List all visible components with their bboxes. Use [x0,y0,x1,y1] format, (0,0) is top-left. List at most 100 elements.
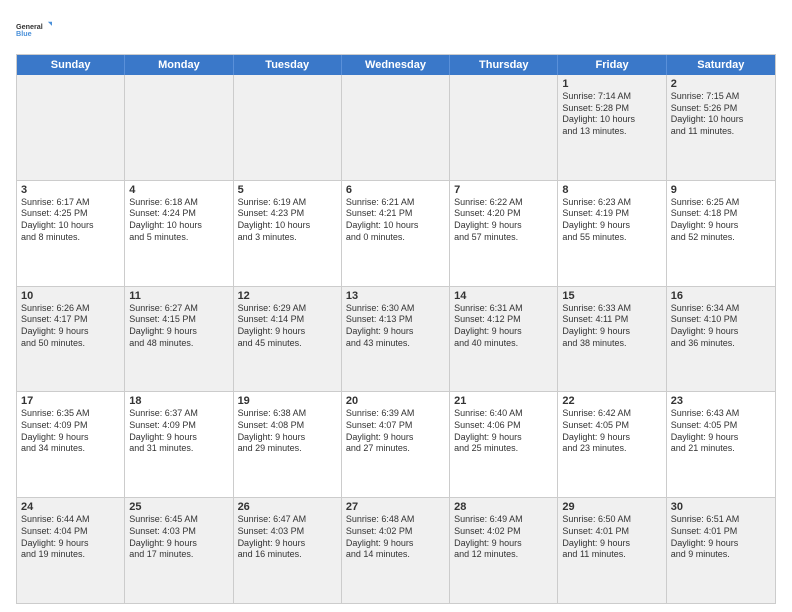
day-cell-1: 1Sunrise: 7:14 AM Sunset: 5:28 PM Daylig… [558,75,666,180]
day-cell-18: 18Sunrise: 6:37 AM Sunset: 4:09 PM Dayli… [125,392,233,497]
day-number: 10 [21,290,120,302]
day-number: 13 [346,290,445,302]
day-cell-27: 27Sunrise: 6:48 AM Sunset: 4:02 PM Dayli… [342,498,450,603]
day-number: 23 [671,395,771,407]
day-number: 3 [21,184,120,196]
day-info: Sunrise: 6:38 AM Sunset: 4:08 PM Dayligh… [238,408,337,455]
header-monday: Monday [125,55,233,75]
empty-cell-0-1 [125,75,233,180]
day-cell-16: 16Sunrise: 6:34 AM Sunset: 4:10 PM Dayli… [667,287,775,392]
day-info: Sunrise: 6:25 AM Sunset: 4:18 PM Dayligh… [671,197,771,244]
day-number: 30 [671,501,771,513]
day-cell-19: 19Sunrise: 6:38 AM Sunset: 4:08 PM Dayli… [234,392,342,497]
logo: General Blue [16,12,52,48]
day-number: 9 [671,184,771,196]
day-number: 5 [238,184,337,196]
day-number: 22 [562,395,661,407]
day-info: Sunrise: 6:49 AM Sunset: 4:02 PM Dayligh… [454,514,553,561]
day-info: Sunrise: 6:17 AM Sunset: 4:25 PM Dayligh… [21,197,120,244]
day-cell-20: 20Sunrise: 6:39 AM Sunset: 4:07 PM Dayli… [342,392,450,497]
day-info: Sunrise: 6:31 AM Sunset: 4:12 PM Dayligh… [454,303,553,350]
day-cell-28: 28Sunrise: 6:49 AM Sunset: 4:02 PM Dayli… [450,498,558,603]
day-number: 8 [562,184,661,196]
day-number: 7 [454,184,553,196]
day-number: 1 [562,78,661,90]
header-thursday: Thursday [450,55,558,75]
header-wednesday: Wednesday [342,55,450,75]
day-number: 27 [346,501,445,513]
day-info: Sunrise: 6:50 AM Sunset: 4:01 PM Dayligh… [562,514,661,561]
day-cell-14: 14Sunrise: 6:31 AM Sunset: 4:12 PM Dayli… [450,287,558,392]
day-info: Sunrise: 6:21 AM Sunset: 4:21 PM Dayligh… [346,197,445,244]
day-number: 19 [238,395,337,407]
day-info: Sunrise: 6:43 AM Sunset: 4:05 PM Dayligh… [671,408,771,455]
day-cell-15: 15Sunrise: 6:33 AM Sunset: 4:11 PM Dayli… [558,287,666,392]
empty-cell-0-3 [342,75,450,180]
day-cell-30: 30Sunrise: 6:51 AM Sunset: 4:01 PM Dayli… [667,498,775,603]
day-number: 15 [562,290,661,302]
calendar: SundayMondayTuesdayWednesdayThursdayFrid… [16,54,776,604]
day-info: Sunrise: 6:22 AM Sunset: 4:20 PM Dayligh… [454,197,553,244]
day-cell-21: 21Sunrise: 6:40 AM Sunset: 4:06 PM Dayli… [450,392,558,497]
week-row-4: 17Sunrise: 6:35 AM Sunset: 4:09 PM Dayli… [17,392,775,498]
day-cell-25: 25Sunrise: 6:45 AM Sunset: 4:03 PM Dayli… [125,498,233,603]
page-header: General Blue [16,12,776,48]
day-info: Sunrise: 6:30 AM Sunset: 4:13 PM Dayligh… [346,303,445,350]
day-number: 14 [454,290,553,302]
logo-svg: General Blue [16,12,52,48]
day-info: Sunrise: 7:14 AM Sunset: 5:28 PM Dayligh… [562,91,661,138]
day-cell-10: 10Sunrise: 6:26 AM Sunset: 4:17 PM Dayli… [17,287,125,392]
day-number: 28 [454,501,553,513]
svg-text:Blue: Blue [16,29,32,38]
calendar-page: General Blue SundayMondayTuesdayWednesda… [0,0,792,612]
day-info: Sunrise: 6:26 AM Sunset: 4:17 PM Dayligh… [21,303,120,350]
day-info: Sunrise: 6:39 AM Sunset: 4:07 PM Dayligh… [346,408,445,455]
empty-cell-0-0 [17,75,125,180]
header-friday: Friday [558,55,666,75]
day-info: Sunrise: 6:48 AM Sunset: 4:02 PM Dayligh… [346,514,445,561]
day-info: Sunrise: 6:34 AM Sunset: 4:10 PM Dayligh… [671,303,771,350]
day-number: 18 [129,395,228,407]
day-cell-6: 6Sunrise: 6:21 AM Sunset: 4:21 PM Daylig… [342,181,450,286]
day-info: Sunrise: 6:33 AM Sunset: 4:11 PM Dayligh… [562,303,661,350]
day-number: 16 [671,290,771,302]
empty-cell-0-2 [234,75,342,180]
day-cell-13: 13Sunrise: 6:30 AM Sunset: 4:13 PM Dayli… [342,287,450,392]
day-cell-22: 22Sunrise: 6:42 AM Sunset: 4:05 PM Dayli… [558,392,666,497]
day-number: 26 [238,501,337,513]
day-cell-17: 17Sunrise: 6:35 AM Sunset: 4:09 PM Dayli… [17,392,125,497]
day-number: 25 [129,501,228,513]
day-info: Sunrise: 6:37 AM Sunset: 4:09 PM Dayligh… [129,408,228,455]
day-info: Sunrise: 6:18 AM Sunset: 4:24 PM Dayligh… [129,197,228,244]
day-cell-12: 12Sunrise: 6:29 AM Sunset: 4:14 PM Dayli… [234,287,342,392]
day-info: Sunrise: 6:51 AM Sunset: 4:01 PM Dayligh… [671,514,771,561]
week-row-1: 1Sunrise: 7:14 AM Sunset: 5:28 PM Daylig… [17,75,775,181]
header-tuesday: Tuesday [234,55,342,75]
empty-cell-0-4 [450,75,558,180]
day-number: 20 [346,395,445,407]
day-cell-24: 24Sunrise: 6:44 AM Sunset: 4:04 PM Dayli… [17,498,125,603]
day-info: Sunrise: 6:29 AM Sunset: 4:14 PM Dayligh… [238,303,337,350]
day-info: Sunrise: 6:45 AM Sunset: 4:03 PM Dayligh… [129,514,228,561]
day-number: 2 [671,78,771,90]
day-cell-4: 4Sunrise: 6:18 AM Sunset: 4:24 PM Daylig… [125,181,233,286]
day-info: Sunrise: 6:42 AM Sunset: 4:05 PM Dayligh… [562,408,661,455]
calendar-header-row: SundayMondayTuesdayWednesdayThursdayFrid… [17,55,775,75]
day-info: Sunrise: 6:23 AM Sunset: 4:19 PM Dayligh… [562,197,661,244]
header-saturday: Saturday [667,55,775,75]
day-number: 21 [454,395,553,407]
week-row-2: 3Sunrise: 6:17 AM Sunset: 4:25 PM Daylig… [17,181,775,287]
day-info: Sunrise: 6:35 AM Sunset: 4:09 PM Dayligh… [21,408,120,455]
day-cell-11: 11Sunrise: 6:27 AM Sunset: 4:15 PM Dayli… [125,287,233,392]
day-info: Sunrise: 6:27 AM Sunset: 4:15 PM Dayligh… [129,303,228,350]
day-number: 6 [346,184,445,196]
day-number: 4 [129,184,228,196]
day-cell-5: 5Sunrise: 6:19 AM Sunset: 4:23 PM Daylig… [234,181,342,286]
day-cell-23: 23Sunrise: 6:43 AM Sunset: 4:05 PM Dayli… [667,392,775,497]
week-row-5: 24Sunrise: 6:44 AM Sunset: 4:04 PM Dayli… [17,498,775,603]
day-info: Sunrise: 6:40 AM Sunset: 4:06 PM Dayligh… [454,408,553,455]
header-sunday: Sunday [17,55,125,75]
day-cell-2: 2Sunrise: 7:15 AM Sunset: 5:26 PM Daylig… [667,75,775,180]
day-number: 24 [21,501,120,513]
day-info: Sunrise: 6:44 AM Sunset: 4:04 PM Dayligh… [21,514,120,561]
